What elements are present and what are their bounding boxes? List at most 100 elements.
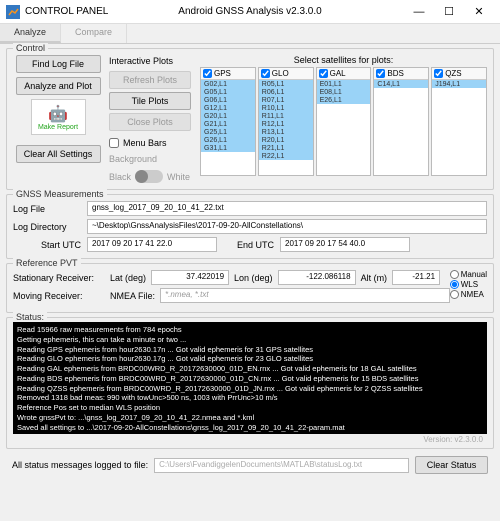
sat-box-gal: GAL E01,L1E08,L1E26,L1 (316, 67, 372, 176)
alt-input[interactable]: -21.21 (392, 270, 440, 285)
sat-checkbox-glo[interactable] (261, 69, 270, 78)
minimize-button[interactable]: — (404, 1, 434, 23)
app-icon (6, 5, 20, 19)
status-line: Reading GAL ephemeris from BRDC00WRD_R_2… (17, 364, 483, 374)
sat-item[interactable]: R13,L1 (259, 128, 313, 136)
status-line: Reference Pos set to median WLS position (17, 403, 483, 413)
sat-item[interactable]: G12,L1 (201, 104, 255, 112)
sat-item[interactable]: G05,L1 (201, 88, 255, 96)
start-utc-label: Start UTC (13, 240, 81, 250)
sat-item[interactable]: R21,L1 (259, 144, 313, 152)
wls-radio[interactable] (450, 280, 459, 289)
sat-checkbox-gal[interactable] (319, 69, 328, 78)
status-line: Wrote gnssPvt to: ...\gnss_log_2017_09_2… (17, 413, 483, 423)
sat-item[interactable]: R06,L1 (259, 88, 313, 96)
sat-item[interactable]: G02,L1 (201, 80, 255, 88)
make-report-label: Make Report (38, 124, 78, 131)
sat-item[interactable]: G06,L1 (201, 96, 255, 104)
sat-box-gps: GPSG02,L1G05,L1G06,L1G12,L1G20,L1G21,L1G… (200, 67, 256, 176)
analyze-plot-button[interactable]: Analyze and Plot (16, 77, 101, 95)
status-title: Status: (13, 312, 47, 322)
status-console: Read 15966 raw measurements from 784 epo… (13, 322, 487, 434)
control-title: Control (13, 43, 48, 53)
log-dir-input[interactable]: ~\Desktop\GnssAnalysisFiles\2017-09-20-A… (87, 219, 487, 234)
tab-compare[interactable]: Compare (61, 24, 127, 43)
close-plots-button[interactable]: Close Plots (109, 113, 191, 131)
sat-item[interactable]: R12,L1 (259, 120, 313, 128)
status-line: Reading QZSS ephemeris from BRDC00WRD_R_… (17, 384, 483, 394)
black-label: Black (109, 172, 131, 182)
footer-path-input[interactable]: C:\Users\FvandiggelenDocuments\MATLAB\st… (154, 458, 409, 473)
sat-item[interactable]: G21,L1 (201, 120, 255, 128)
sat-checkbox-bds[interactable] (376, 69, 385, 78)
sat-label: BDS (387, 69, 403, 78)
log-dir-label: Log Directory (13, 222, 81, 232)
sat-item[interactable]: E08,L1 (317, 88, 371, 96)
find-log-button[interactable]: Find Log File (16, 55, 101, 73)
sat-checkbox-gps[interactable] (203, 69, 212, 78)
sat-label: GAL (330, 69, 346, 78)
sat-item[interactable]: E01,L1 (317, 80, 371, 88)
sat-box-bds: BDS C14,L1 (373, 67, 429, 176)
status-line: Saved all settings to ...\2017-09-20-All… (17, 423, 483, 433)
sat-item[interactable]: E26,L1 (317, 96, 371, 104)
nmea-file-input[interactable]: *.nmea, *.txt (160, 288, 450, 303)
lat-input[interactable]: 37.422019 (151, 270, 229, 285)
status-line: Reading BDS ephemeris from BRDC00WRD_R_2… (17, 374, 483, 384)
maximize-button[interactable]: ☐ (434, 1, 464, 23)
footer-label: All status messages logged to file: (12, 460, 148, 470)
menu-bars-checkbox[interactable] (109, 138, 119, 148)
sat-item[interactable]: R05,L1 (259, 80, 313, 88)
manual-radio[interactable] (450, 270, 459, 279)
start-utc-input[interactable]: 2017 09 20 17 41 22.0 (87, 237, 217, 252)
manual-label: Manual (461, 270, 487, 279)
menu-bars-label: Menu Bars (123, 138, 167, 148)
status-line: Read 15966 raw measurements from 784 epo… (17, 325, 483, 335)
sat-item[interactable]: G26,L1 (201, 136, 255, 144)
log-file-label: Log File (13, 204, 81, 214)
sat-item[interactable]: J194,L1 (432, 80, 486, 88)
status-line: Reading GPS ephemeris from hour2630.17n … (17, 345, 483, 355)
sat-item[interactable]: R22,L1 (259, 152, 313, 160)
clear-all-button[interactable]: Clear All Settings (16, 145, 101, 163)
tile-plots-button[interactable]: Tile Plots (109, 92, 191, 110)
status-line: Getting ephemeris, this can take a minut… (17, 335, 483, 345)
nmea-radio-label: NMEA (461, 290, 484, 299)
sat-box-qzs: QZSJ194,L1 (431, 67, 487, 176)
lat-label: Lat (deg) (110, 273, 146, 283)
tab-analyze[interactable]: Analyze (0, 24, 61, 43)
sat-item[interactable]: G25,L1 (201, 128, 255, 136)
gnss-title: GNSS Measurements (13, 189, 107, 199)
app-name: CONTROL PANEL (25, 6, 404, 17)
sat-item[interactable]: R10,L1 (259, 104, 313, 112)
nmea-file-label: NMEA File: (110, 291, 155, 301)
background-toggle[interactable] (135, 170, 163, 183)
gnss-group: GNSS Measurements Log File gnss_log_2017… (6, 194, 494, 259)
sat-item[interactable]: R20,L1 (259, 136, 313, 144)
refresh-plots-button[interactable]: Refresh Plots (109, 71, 191, 89)
nmea-radio[interactable] (450, 290, 459, 299)
sat-item[interactable]: G31,L1 (201, 144, 255, 152)
moving-label: Moving Receiver: (13, 291, 105, 301)
sat-item[interactable]: R11,L1 (259, 112, 313, 120)
white-label: White (167, 172, 190, 182)
make-report-button[interactable]: 🤖 Make Report (31, 99, 86, 135)
end-utc-label: End UTC (237, 240, 274, 250)
pvt-group: Reference PVT Stationary Receiver: Lat (… (6, 263, 494, 313)
clear-status-button[interactable]: Clear Status (415, 456, 488, 474)
end-utc-input[interactable]: 2017 09 20 17 54 40.0 (280, 237, 410, 252)
log-file-input[interactable]: gnss_log_2017_09_20_10_41_22.txt (87, 201, 487, 216)
wls-label: WLS (461, 280, 478, 289)
lon-input[interactable]: -122.086118 (278, 270, 356, 285)
sat-label: GLO (272, 69, 289, 78)
close-button[interactable]: ✕ (464, 1, 494, 23)
sat-item[interactable]: G20,L1 (201, 112, 255, 120)
control-group: Control Find Log File Analyze and Plot 🤖… (6, 48, 494, 190)
background-label: Background (109, 154, 157, 164)
status-line: Removed 1318 bad meas: 990 with towUnc>5… (17, 393, 483, 403)
sat-item[interactable]: R07,L1 (259, 96, 313, 104)
sat-item[interactable]: C14,L1 (374, 80, 428, 88)
status-line: Reading GLO ephemeris from hour2630.17g … (17, 354, 483, 364)
footer: All status messages logged to file: C:\U… (6, 453, 494, 477)
sat-checkbox-qzs[interactable] (434, 69, 443, 78)
